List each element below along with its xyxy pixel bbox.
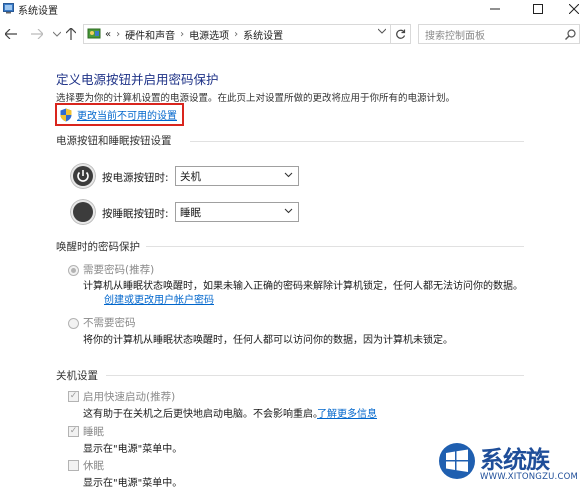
refresh-icon	[396, 29, 406, 39]
window-title: 系统设置	[18, 6, 58, 17]
section-title-buttons: 电源按钮和睡眠按钮设置	[56, 135, 172, 147]
change-settings-highlight: 更改当前不可用的设置	[55, 103, 184, 126]
divider	[190, 141, 524, 142]
chevron-down-icon	[284, 170, 293, 182]
recent-locations-button[interactable]	[50, 26, 64, 42]
title-bar: 系统设置	[0, 0, 584, 18]
section-title-shutdown: 关机设置	[56, 370, 98, 382]
control-panel-icon	[87, 28, 101, 39]
search-input[interactable]: 搜索控制面板	[425, 27, 561, 42]
chevron-down-icon	[53, 31, 61, 37]
sleep-button-value: 睡眠	[180, 206, 201, 219]
sleep-menu-description: 显示在"电源"菜单中。	[83, 444, 183, 455]
arrow-right-icon	[31, 29, 43, 39]
chevron-down-icon	[284, 206, 293, 218]
navigation-bar: « › 硬件和声音 › 电源选项 › 系统设置 搜索控制面板	[0, 22, 584, 46]
sleep-menu-checkbox[interactable]: ✓	[68, 426, 79, 437]
breadcrumb-power-options[interactable]: 电源选项	[189, 27, 229, 42]
close-button[interactable]	[556, 0, 584, 18]
refresh-button[interactable]	[391, 24, 411, 44]
breadcrumb-hardware-sound[interactable]: 硬件和声音	[125, 27, 175, 42]
close-icon	[569, 4, 579, 14]
change-password-link[interactable]: 创建或更改用户帐户密码	[104, 291, 214, 306]
fast-startup-checkbox[interactable]: ✓	[68, 391, 79, 402]
no-password-radio[interactable]	[68, 318, 79, 329]
sleep-button-label: 按睡眠按钮时:	[102, 208, 169, 220]
power-button-icon	[70, 163, 96, 189]
learn-more-link[interactable]: 了解更多信息	[317, 405, 377, 420]
hibernate-menu-label: 休眠	[83, 460, 104, 472]
hibernate-menu-checkbox[interactable]	[68, 460, 79, 471]
page-title: 定义电源按钮并启用密码保护	[56, 72, 219, 87]
require-password-description: 计算机从睡眠状态唤醒时，如果未输入正确的密码来解除计算机锁定，任何人都无法访问你…	[83, 281, 523, 292]
uac-shield-icon	[60, 108, 72, 121]
divider	[146, 246, 524, 247]
sleep-menu-label: 睡眠	[83, 426, 104, 438]
breadcrumb-overflow[interactable]: «	[105, 29, 111, 40]
require-password-label: 需要密码(推荐)	[83, 264, 155, 276]
section-title-password: 唤醒时的密码保护	[56, 241, 140, 253]
forward-button[interactable]	[30, 26, 44, 42]
watermark-url: WWW.XITONGZU.COM	[480, 472, 579, 482]
arrow-up-icon	[66, 28, 76, 40]
power-options-icon	[3, 3, 14, 14]
back-button[interactable]	[4, 26, 18, 42]
no-password-label: 不需要密码	[83, 317, 136, 329]
change-unavailable-settings-link[interactable]: 更改当前不可用的设置	[77, 107, 177, 122]
search-icon[interactable]	[561, 28, 579, 40]
arrow-left-icon	[5, 29, 17, 39]
fast-startup-description: 这有助于在关机之后更快地启动电脑。不会影响重启。	[83, 409, 323, 420]
hibernate-menu-description: 显示在"电源"菜单中。	[83, 478, 183, 489]
no-password-description: 将你的计算机从睡眠状态唤醒时，任何人都可以访问你的数据，因为计算机未锁定。	[83, 335, 453, 346]
power-button-label: 按电源按钮时:	[102, 172, 169, 184]
minimize-icon	[490, 8, 500, 10]
fast-startup-label: 启用快速启动(推荐)	[83, 391, 176, 403]
windows-logo-icon	[439, 443, 475, 479]
up-button[interactable]	[64, 26, 78, 42]
minimize-button[interactable]	[477, 0, 513, 18]
address-bar[interactable]: « › 硬件和声音 › 电源选项 › 系统设置	[83, 24, 391, 44]
site-watermark: 系统族 WWW.XITONGZU.COM	[434, 440, 580, 490]
sleep-button-icon	[70, 199, 96, 225]
power-button-select[interactable]: 关机	[175, 166, 299, 186]
power-button-value: 关机	[180, 170, 201, 183]
address-dropdown-button[interactable]	[377, 27, 387, 37]
require-password-radio[interactable]	[68, 265, 79, 276]
breadcrumb-system-settings[interactable]: 系统设置	[243, 27, 283, 42]
divider	[106, 375, 524, 376]
page-description: 选择要为你的计算机设置的电源设置。在此页上对设置所做的更改将应用于你所有的电源计…	[56, 93, 456, 104]
maximize-button[interactable]	[520, 0, 556, 18]
sleep-button-select[interactable]: 睡眠	[175, 202, 299, 222]
watermark-brand: 系统族	[480, 446, 550, 474]
search-box[interactable]: 搜索控制面板	[418, 24, 580, 44]
breadcrumb-separator-icon: ›	[116, 28, 121, 40]
chevron-down-icon	[377, 28, 387, 34]
breadcrumb-separator-icon: ›	[234, 28, 239, 40]
maximize-icon	[533, 4, 543, 14]
breadcrumb-separator-icon: ›	[180, 28, 185, 40]
